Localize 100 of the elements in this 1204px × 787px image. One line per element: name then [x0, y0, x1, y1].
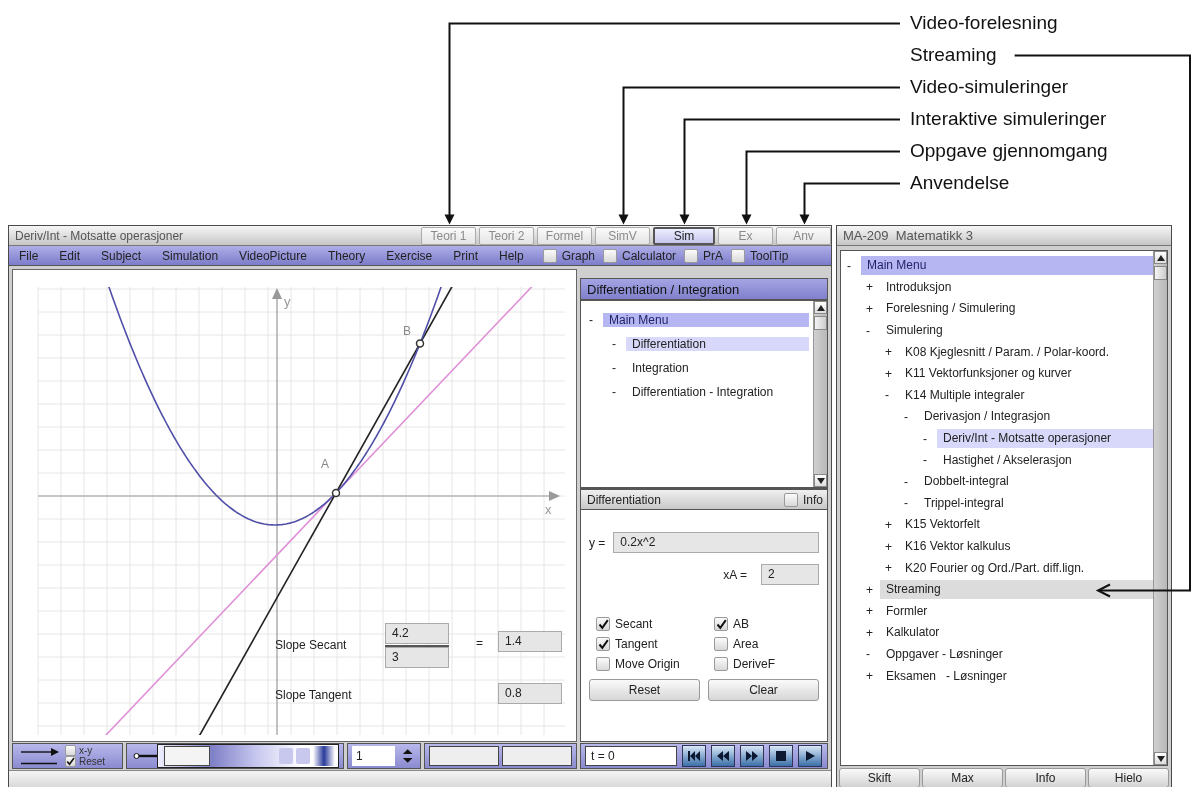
- checkbox[interactable]: [542, 248, 557, 263]
- scroll-thumb[interactable]: [1154, 266, 1167, 280]
- checkbox[interactable]: [65, 756, 76, 767]
- line-icon[interactable]: [21, 761, 59, 765]
- expander-sign[interactable]: -: [904, 496, 918, 511]
- reset-button[interactable]: Reset: [589, 679, 700, 701]
- checkbox[interactable]: [596, 617, 610, 631]
- tree-item[interactable]: Main Menu: [861, 256, 1153, 276]
- checkbox[interactable]: [65, 745, 76, 756]
- fast-forward-button[interactable]: [740, 745, 764, 767]
- checkbox[interactable]: [714, 637, 728, 651]
- slider-handle-icon[interactable]: [133, 752, 157, 760]
- checkbox-label[interactable]: x-y: [79, 745, 93, 756]
- menu-item[interactable]: Edit: [59, 248, 81, 263]
- scroll-thumb[interactable]: [814, 316, 827, 330]
- tree-item[interactable]: Deriv/Int - Motsatte operasjoner: [937, 429, 1153, 449]
- tree-item[interactable]: Integration: [626, 361, 809, 375]
- checkbox[interactable]: [603, 248, 618, 263]
- checkbox-label[interactable]: Reset: [79, 756, 106, 767]
- tree-item[interactable]: Differentiation: [626, 337, 809, 351]
- expander-sign[interactable]: +: [866, 604, 880, 619]
- menu-item[interactable]: File: [19, 248, 39, 263]
- checkbox[interactable]: [784, 492, 798, 507]
- expander-sign[interactable]: +: [885, 366, 899, 381]
- menu-item[interactable]: Simulation: [162, 248, 219, 263]
- color-swatch[interactable]: [313, 746, 335, 766]
- tree-item[interactable]: Derivasjon / Integrasjon: [918, 407, 1153, 427]
- expander-sign[interactable]: -: [589, 313, 603, 327]
- expander-sign[interactable]: -: [866, 647, 880, 662]
- scroll-up-button[interactable]: [814, 301, 827, 314]
- tab-button[interactable]: Sim: [653, 226, 715, 245]
- help-button[interactable]: Hielo: [1088, 768, 1169, 787]
- expander-sign[interactable]: -: [612, 337, 626, 351]
- switch-button[interactable]: Skift: [839, 768, 920, 787]
- scroll-down-button[interactable]: [1154, 752, 1167, 765]
- expander-sign[interactable]: -: [612, 361, 626, 375]
- stop-button[interactable]: [769, 745, 793, 767]
- slider-thumb[interactable]: [164, 746, 210, 766]
- checkbox-label[interactable]: AB: [733, 617, 749, 631]
- expander-sign[interactable]: +: [885, 345, 899, 360]
- expander-sign[interactable]: -: [904, 409, 918, 424]
- expander-sign[interactable]: +: [866, 669, 880, 684]
- checkbox-label[interactable]: ToolTip: [750, 248, 789, 263]
- arrow-icon[interactable]: [21, 747, 59, 756]
- checkbox[interactable]: [714, 617, 728, 631]
- tree-item[interactable]: Hastighet / Akselerasjon: [937, 450, 1153, 470]
- scroll-down-button[interactable]: [814, 474, 827, 487]
- checkbox-label[interactable]: Move Origin: [615, 657, 680, 671]
- tree-item[interactable]: Trippel-integral: [918, 493, 1153, 513]
- tree-item[interactable]: Streaming: [880, 580, 1153, 600]
- expander-sign[interactable]: +: [866, 302, 880, 316]
- checkbox-label[interactable]: DeriveF: [733, 657, 775, 671]
- tree-item[interactable]: K20 Fourier og Ord./Part. diff.lign.: [899, 558, 1153, 578]
- number-field[interactable]: 1: [352, 746, 395, 766]
- tree-item[interactable]: Formler: [880, 601, 1153, 621]
- input-field[interactable]: [502, 746, 572, 766]
- skip-to-start-button[interactable]: [682, 745, 706, 767]
- menu-item[interactable]: Subject: [101, 248, 142, 263]
- rewind-button[interactable]: [711, 745, 735, 767]
- tree-item[interactable]: K08 Kjeglesnitt / Param. / Polar-koord.: [899, 342, 1153, 362]
- expander-sign[interactable]: +: [866, 625, 880, 640]
- checkbox-label[interactable]: Info: [803, 492, 823, 507]
- checkbox[interactable]: [684, 248, 699, 263]
- maximize-button[interactable]: Max: [922, 768, 1003, 787]
- menu-item[interactable]: Help: [499, 248, 524, 263]
- tree-item[interactable]: Main Menu: [603, 313, 809, 327]
- tree-item[interactable]: K15 Vektorfelt: [899, 515, 1153, 535]
- checkbox-label[interactable]: Area: [733, 637, 759, 651]
- tree-item[interactable]: K16 Vektor kalkulus: [899, 537, 1153, 556]
- checkbox-label[interactable]: Secant: [615, 617, 653, 631]
- checkbox-label[interactable]: PrA: [703, 248, 724, 263]
- clear-button[interactable]: Clear: [708, 679, 819, 701]
- scrollbar[interactable]: [813, 301, 827, 487]
- tree-item[interactable]: Simulering: [880, 321, 1153, 341]
- tree-item[interactable]: Oppgaver - Løsninger: [880, 645, 1153, 664]
- function-field[interactable]: 0.2x^2: [613, 532, 819, 553]
- expander-sign[interactable]: -: [923, 431, 937, 446]
- checkbox[interactable]: [596, 657, 610, 671]
- menu-item[interactable]: Theory: [327, 248, 366, 263]
- input-field[interactable]: [429, 746, 499, 766]
- expander-sign[interactable]: +: [885, 539, 899, 554]
- tree-item[interactable]: Dobbelt-integral: [918, 472, 1153, 492]
- menu-item[interactable]: Print: [453, 248, 478, 263]
- expander-sign[interactable]: -: [866, 323, 880, 338]
- expander-sign[interactable]: -: [885, 388, 899, 403]
- expander-sign[interactable]: +: [866, 582, 880, 597]
- scroll-up-button[interactable]: [1154, 251, 1167, 264]
- checkbox[interactable]: [731, 248, 746, 263]
- tree-item[interactable]: Introduksjon: [880, 277, 1153, 297]
- tree-item[interactable]: K14 Multiple integraler: [899, 385, 1153, 405]
- expander-sign[interactable]: -: [612, 385, 626, 399]
- xa-field[interactable]: 2: [761, 564, 819, 585]
- checkbox[interactable]: [714, 657, 728, 671]
- scrollbar[interactable]: [1153, 251, 1167, 765]
- checkbox-label[interactable]: Calculator: [622, 248, 677, 263]
- expander-sign[interactable]: +: [885, 517, 899, 532]
- expander-sign[interactable]: -: [904, 474, 918, 489]
- play-button[interactable]: [798, 745, 822, 767]
- tree-item[interactable]: K11 Vektorfunksjoner og kurver: [899, 364, 1153, 384]
- expander-sign[interactable]: +: [866, 280, 880, 295]
